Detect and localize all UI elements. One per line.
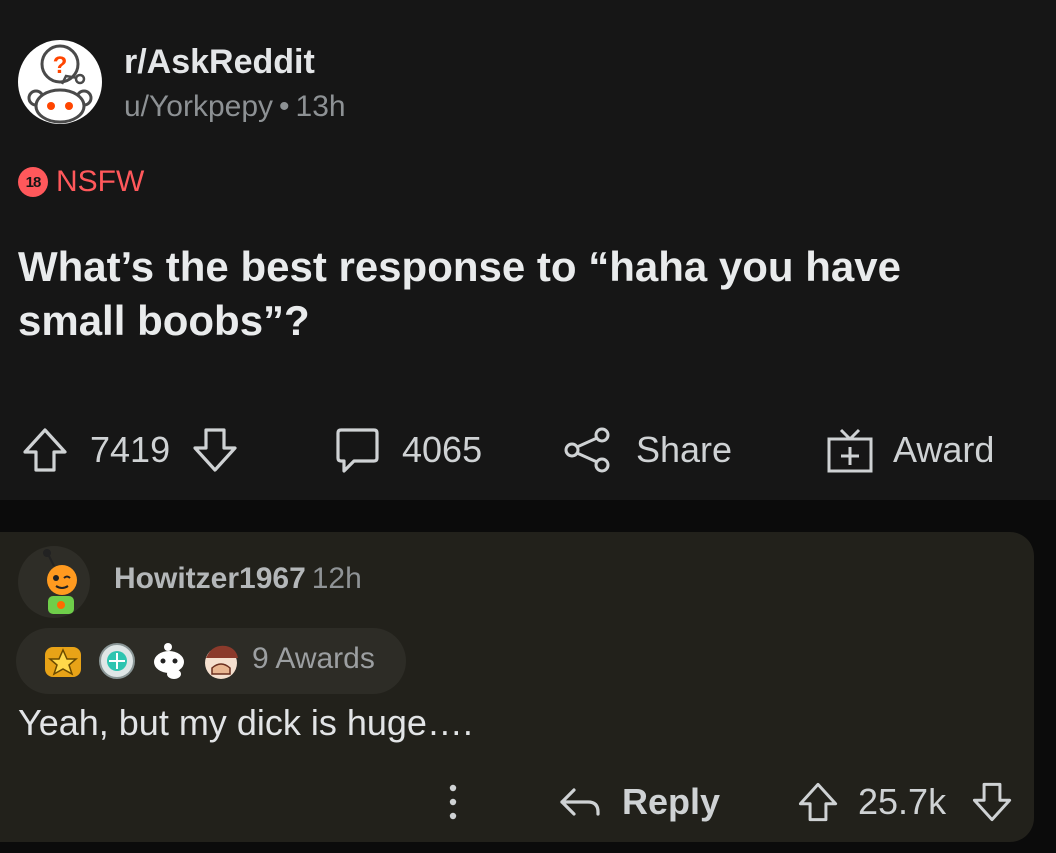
platinum-award-icon	[99, 643, 135, 679]
facepalm-award-icon	[205, 645, 238, 679]
post-card: ? r/AskReddit u/Yorkpepy • 13h 18 NSFW Wha…	[0, 0, 1056, 500]
awards-count: 9 Awards	[252, 642, 375, 675]
share-button[interactable]: Share	[562, 415, 732, 485]
gold-star-award-icon	[45, 647, 81, 677]
comment-author-avatar[interactable]	[18, 546, 90, 618]
comment-age: 12h	[311, 562, 362, 595]
post-meta: u/Yorkpepy • 13h	[124, 90, 346, 124]
nsfw-18-badge: 18	[18, 167, 48, 197]
comment-body: Yeah, but my dick is huge….	[18, 702, 473, 743]
arrow-up-outline-icon	[23, 428, 67, 472]
snoo-avatar-icon	[43, 549, 77, 614]
comment-meta: Howitzer1967 12h	[114, 562, 362, 596]
arrow-up-outline-icon	[798, 782, 838, 822]
comment-actions-bar: Reply 25.7k	[0, 772, 1034, 832]
separator-dot: •	[279, 90, 290, 123]
post-title[interactable]: What’s the best response to “haha you ha…	[18, 240, 1018, 348]
awards-pill[interactable]: 9 Awards	[16, 628, 406, 694]
award-button[interactable]: Award	[825, 415, 994, 485]
reply-button[interactable]: Reply	[558, 772, 720, 832]
askreddit-snoo-icon: ?	[27, 44, 93, 124]
post-age: 13h	[295, 90, 346, 123]
post-author[interactable]: u/Yorkpepy	[124, 90, 273, 123]
upvote-button[interactable]	[20, 415, 70, 485]
share-nodes-icon	[564, 427, 610, 473]
reply-label: Reply	[622, 781, 721, 822]
post-vote-count: 7419	[90, 429, 171, 470]
arrow-down-outline-icon	[972, 782, 1012, 822]
post-actions-bar: 7419 4065 Share Award	[0, 415, 1056, 485]
speech-bubble-icon	[336, 428, 379, 473]
comment-vote-count: 25.7k	[858, 781, 947, 822]
comments-button[interactable]: 4065	[332, 415, 482, 485]
nsfw-tag: 18 NSFW	[18, 165, 144, 199]
more-options-button[interactable]	[438, 772, 468, 832]
comment-upvote-button[interactable]	[796, 772, 840, 832]
comment-author[interactable]: Howitzer1967	[114, 562, 306, 595]
arrow-down-outline-icon	[193, 428, 237, 472]
vertical-dots-icon	[449, 784, 457, 820]
award-label: Award	[893, 429, 995, 470]
share-label: Share	[636, 429, 733, 470]
gift-box-icon	[827, 428, 873, 473]
subreddit-name[interactable]: r/AskReddit	[124, 43, 315, 82]
comment-count: 4065	[402, 429, 483, 470]
wholesome-snoo-award-icon	[154, 643, 184, 679]
downvote-button[interactable]	[190, 415, 240, 485]
reply-arrow-icon	[560, 788, 600, 816]
subreddit-avatar[interactable]: ?	[18, 40, 102, 124]
nsfw-label: NSFW	[56, 165, 145, 198]
comment-card: Howitzer1967 12h 9 Awards Yeah, but my di…	[0, 532, 1034, 842]
comment-downvote-button[interactable]	[970, 772, 1014, 832]
